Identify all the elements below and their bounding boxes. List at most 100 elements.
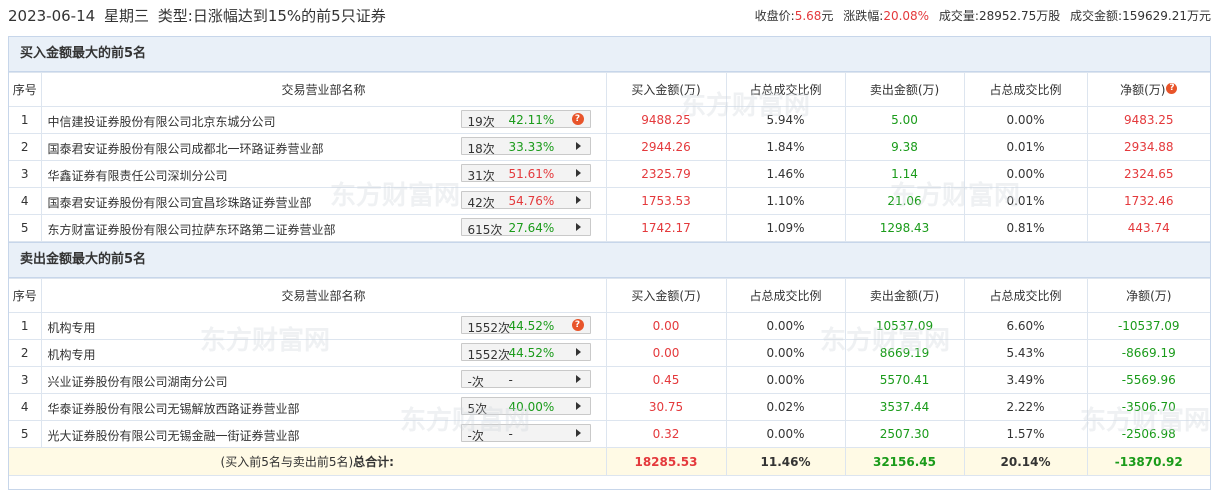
listing-count: -次 <box>467 375 484 389</box>
broker-cell: 机构专用 1552次 44.52%? <box>40 312 607 340</box>
total-label: (买入前5名与卖出前5名)总合计: <box>9 447 607 476</box>
buy-table: 序号 交易营业部名称 买入金额(万) 占总成交比例 卖出金额(万) 占总成交比例… <box>9 72 1210 242</box>
win-rate: 33.33% <box>508 140 555 154</box>
sell-ratio: 3.49% <box>963 366 1088 394</box>
broker-stats-pill[interactable]: 1552次 44.52%? <box>460 316 591 335</box>
listing-count: 42次 <box>467 196 495 210</box>
buy-header-row: 序号 交易营业部名称 买入金额(万) 占总成交比例 卖出金额(万) 占总成交比例… <box>9 72 1210 107</box>
win-rate: - <box>508 373 513 387</box>
win-rate: 44.52% <box>508 319 555 333</box>
sell-ratio: 0.00% <box>963 106 1088 134</box>
sell-section-title: 卖出金额最大的前5名 <box>9 242 1210 278</box>
total-net: -13870.92 <box>1086 447 1210 476</box>
buy-ratio: 0.00% <box>725 366 846 394</box>
listing-count: 5次 <box>467 402 488 416</box>
broker-cell: 兴业证券股份有限公司湖南分公司 -次 - <box>40 366 607 394</box>
table-row: 4 华泰证券股份有限公司无锡解放西路证券营业部 5次 40.00% 30.75 0.02%… <box>9 393 1210 421</box>
sell-table-body: 1 机构专用 1552次 44.52%? 0.00 0.00% 10537.09 6.60% -… <box>9 312 1210 448</box>
sell-amount: 10537.09 <box>844 312 965 340</box>
buy-ratio: 0.00% <box>725 420 846 448</box>
broker-name[interactable]: 机构专用 <box>48 346 96 363</box>
volume-label: 成交量: <box>938 9 979 23</box>
broker-name[interactable]: 光大证券股份有限公司无锡金融一街证券营业部 <box>48 427 300 444</box>
broker-name[interactable]: 兴业证券股份有限公司湖南分公司 <box>48 373 228 390</box>
broker-stats-pill[interactable]: 42次 54.76% <box>460 191 591 210</box>
broker-stats-pill[interactable]: -次 - <box>460 424 591 443</box>
buy-amount: 30.75 <box>605 393 727 421</box>
arrow-right-icon[interactable] <box>575 402 581 410</box>
arrow-right-icon[interactable] <box>575 429 581 437</box>
broker-name[interactable]: 东方财富证券股份有限公司拉萨东环路第二证券营业部 <box>48 221 336 238</box>
volume-value: 28952.75万股 <box>978 9 1061 23</box>
broker-cell: 东方财富证券股份有限公司拉萨东环路第二证券营业部 615次 27.64% <box>40 214 607 242</box>
broker-cell: 国泰君安证券股份有限公司宜昌珍珠路证券营业部 42次 54.76% <box>40 187 607 215</box>
arrow-right-icon[interactable] <box>575 142 581 150</box>
listing-count: -次 <box>467 429 484 443</box>
arrow-right-icon[interactable] <box>575 375 581 383</box>
sell-amount: 9.38 <box>844 133 965 161</box>
question-icon[interactable]: ? <box>571 319 584 331</box>
broker-name[interactable]: 国泰君安证券股份有限公司宜昌珍珠路证券营业部 <box>48 194 312 211</box>
table-row: 1 机构专用 1552次 44.52%? 0.00 0.00% 10537.09 6.60% -… <box>9 312 1210 340</box>
close-unit: 元 <box>821 9 834 23</box>
amount-label: 成交金额: <box>1070 9 1123 23</box>
sell-ratio: 6.60% <box>963 312 1088 340</box>
arrow-right-icon[interactable] <box>575 223 581 231</box>
win-rate: 40.00% <box>508 400 555 414</box>
buy-ratio: 0.02% <box>725 393 846 421</box>
row-index: 2 <box>9 133 42 161</box>
question-icon[interactable]: ? <box>571 113 584 125</box>
col-idx: 序号 <box>9 278 42 313</box>
row-index: 4 <box>9 187 42 215</box>
broker-stats-pill[interactable]: 18次 33.33% <box>460 137 591 156</box>
total-buy-ratio: 11.46% <box>725 447 846 476</box>
broker-name[interactable]: 华鑫证券有限责任公司深圳分公司 <box>48 167 228 184</box>
buy-ratio: 1.84% <box>725 133 846 161</box>
sell-amount: 2507.30 <box>844 420 965 448</box>
broker-stats-pill[interactable]: 31次 51.61% <box>460 164 591 183</box>
sell-amount: 5570.41 <box>844 366 965 394</box>
sell-ratio: 5.43% <box>963 339 1088 367</box>
col-sell: 卖出金额(万) <box>844 278 965 313</box>
table-row: 5 光大证券股份有限公司无锡金融一街证券营业部 -次 - 0.32 0.00% 2507.3… <box>9 420 1210 448</box>
col-idx: 序号 <box>9 72 42 107</box>
change-label: 涨跌幅: <box>843 9 884 23</box>
sell-ratio: 0.01% <box>963 133 1088 161</box>
type-label: 类型: <box>157 7 193 25</box>
col-buy-ratio: 占总成交比例 <box>725 278 846 313</box>
sell-table: 序号 交易营业部名称 买入金额(万) 占总成交比例 卖出金额(万) 占总成交比例… <box>9 278 1210 476</box>
buy-ratio: 0.00% <box>725 312 846 340</box>
broker-stats-pill[interactable]: 1552次 44.52% <box>460 343 591 362</box>
sell-ratio: 1.57% <box>963 420 1088 448</box>
change-value: 20.08% <box>883 9 930 23</box>
net-amount: 2934.88 <box>1086 133 1210 161</box>
net-amount: 9483.25 <box>1086 106 1210 134</box>
table-row: 3 华鑫证券有限责任公司深圳分公司 31次 51.61% 2325.79 1.46% 1.1… <box>9 160 1210 188</box>
broker-name[interactable]: 中信建投证券股份有限公司北京东城分公司 <box>48 113 276 130</box>
arrow-right-icon[interactable] <box>575 196 581 204</box>
sell-ratio: 0.01% <box>963 187 1088 215</box>
buy-ratio: 0.00% <box>725 339 846 367</box>
col-name: 交易营业部名称 <box>40 72 607 107</box>
broker-stats-pill[interactable]: 19次 42.11%? <box>460 110 591 129</box>
broker-stats-pill[interactable]: 5次 40.00% <box>460 397 591 416</box>
arrow-right-icon[interactable] <box>575 169 581 177</box>
dragon-tiger-table: 买入金额最大的前5名 序号 交易营业部名称 买入金额(万) 占总成交比例 卖出金… <box>8 36 1211 490</box>
question-icon[interactable]: ? <box>1166 83 1178 94</box>
broker-cell: 国泰君安证券股份有限公司成都北一环路证券营业部 18次 33.33% <box>40 133 607 161</box>
buy-section-title: 买入金额最大的前5名 <box>9 37 1210 72</box>
broker-stats-pill[interactable]: -次 - <box>460 370 591 389</box>
col-buy: 买入金额(万) <box>605 72 727 107</box>
row-index: 5 <box>9 214 42 242</box>
buy-ratio: 1.46% <box>725 160 846 188</box>
broker-name[interactable]: 华泰证券股份有限公司无锡解放西路证券营业部 <box>48 400 300 417</box>
broker-stats-pill[interactable]: 615次 27.64% <box>460 218 591 237</box>
sell-amount: 5.00 <box>844 106 965 134</box>
arrow-right-icon[interactable] <box>575 348 581 356</box>
broker-name[interactable]: 国泰君安证券股份有限公司成都北一环路证券营业部 <box>48 140 324 157</box>
total-sell-ratio: 20.14% <box>963 447 1088 476</box>
broker-name[interactable]: 机构专用 <box>48 319 96 336</box>
sell-ratio: 0.00% <box>963 160 1088 188</box>
sell-amount: 1.14 <box>844 160 965 188</box>
sell-amount: 3537.44 <box>844 393 965 421</box>
